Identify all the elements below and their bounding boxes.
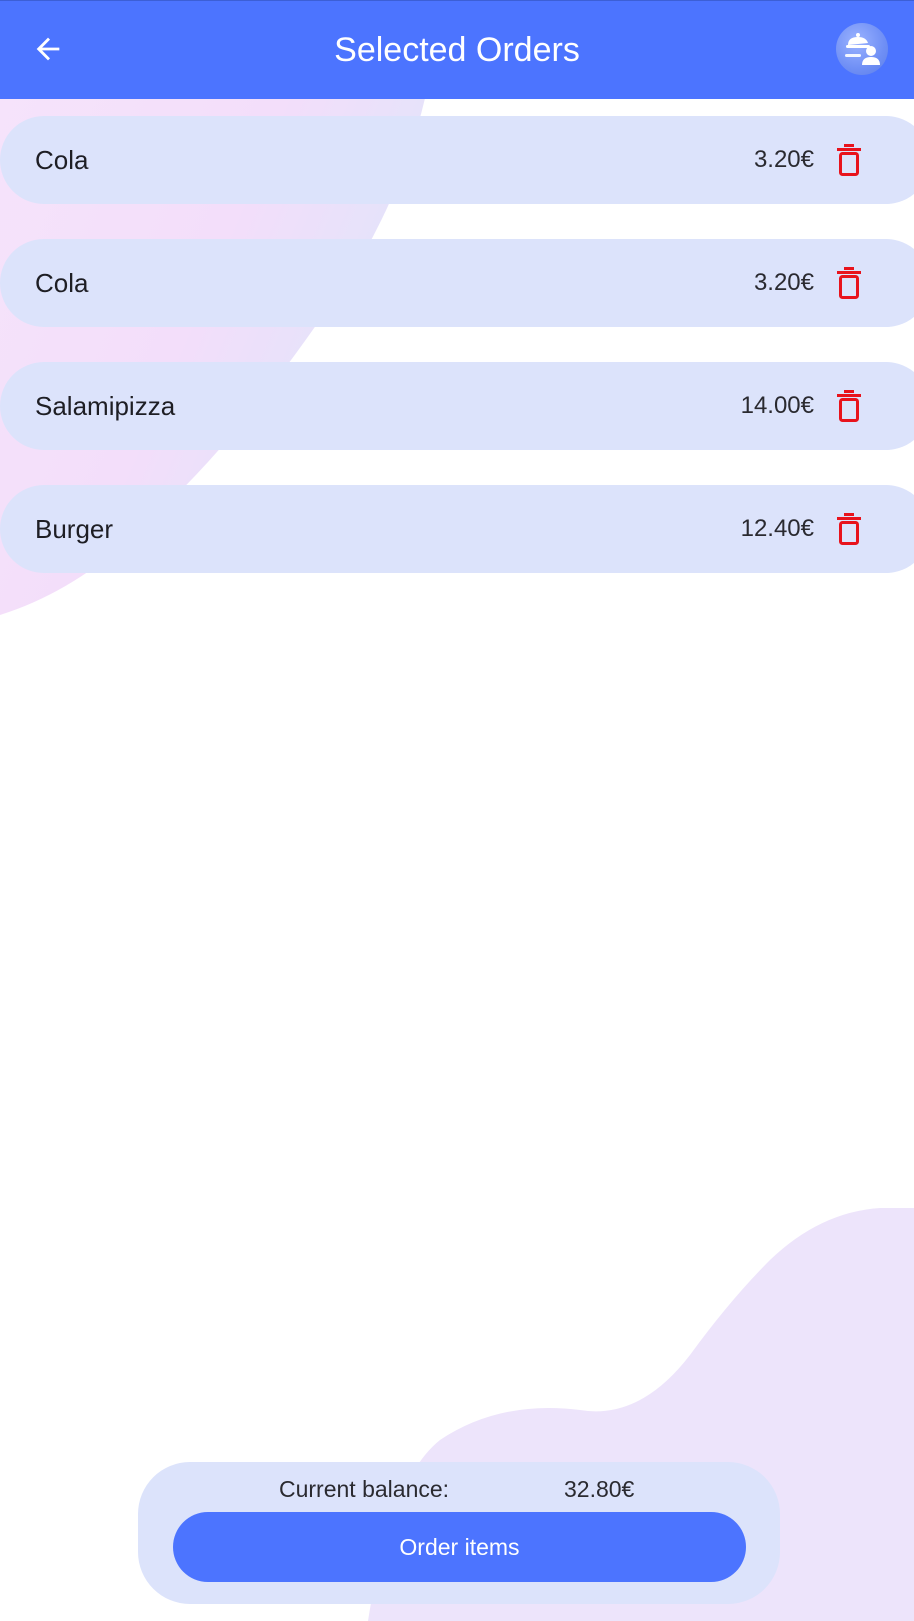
delete-button[interactable]: [832, 140, 866, 180]
waiter-avatar-icon: [845, 33, 880, 65]
order-item: Cola 3.20€: [0, 239, 914, 327]
trash-icon: [837, 513, 861, 545]
balance-label: Current balance:: [279, 1476, 450, 1502]
delete-button[interactable]: [832, 509, 866, 549]
delete-button[interactable]: [832, 263, 866, 303]
order-item: Cola 3.20€: [0, 116, 914, 204]
order-item: Salamipizza 14.00€: [0, 362, 914, 450]
order-item-price: 3.20€: [753, 269, 814, 296]
order-items-button[interactable]: Order items: [173, 1512, 746, 1582]
order-item-name: Salamipizza: [35, 391, 176, 421]
balance-value: 32.80€: [564, 1476, 635, 1502]
order-item-price: 14.00€: [740, 392, 814, 419]
order-item-name: Cola: [35, 268, 89, 298]
checkout-panel: Current balance: 32.80€ Order items: [138, 1462, 780, 1604]
order-item-name: Cola: [35, 145, 89, 175]
page-title: Selected Orders: [334, 31, 580, 69]
trash-icon: [837, 390, 861, 422]
app-bar: Selected Orders: [0, 0, 914, 99]
order-item-price: 3.20€: [753, 146, 814, 173]
trash-icon: [837, 267, 861, 299]
delete-button[interactable]: [832, 386, 866, 426]
profile-button[interactable]: [836, 23, 888, 75]
trash-icon: [837, 144, 861, 176]
order-item-name: Burger: [35, 514, 114, 544]
order-item-price: 12.40€: [740, 515, 814, 542]
order-item: Burger 12.40€: [0, 485, 914, 573]
